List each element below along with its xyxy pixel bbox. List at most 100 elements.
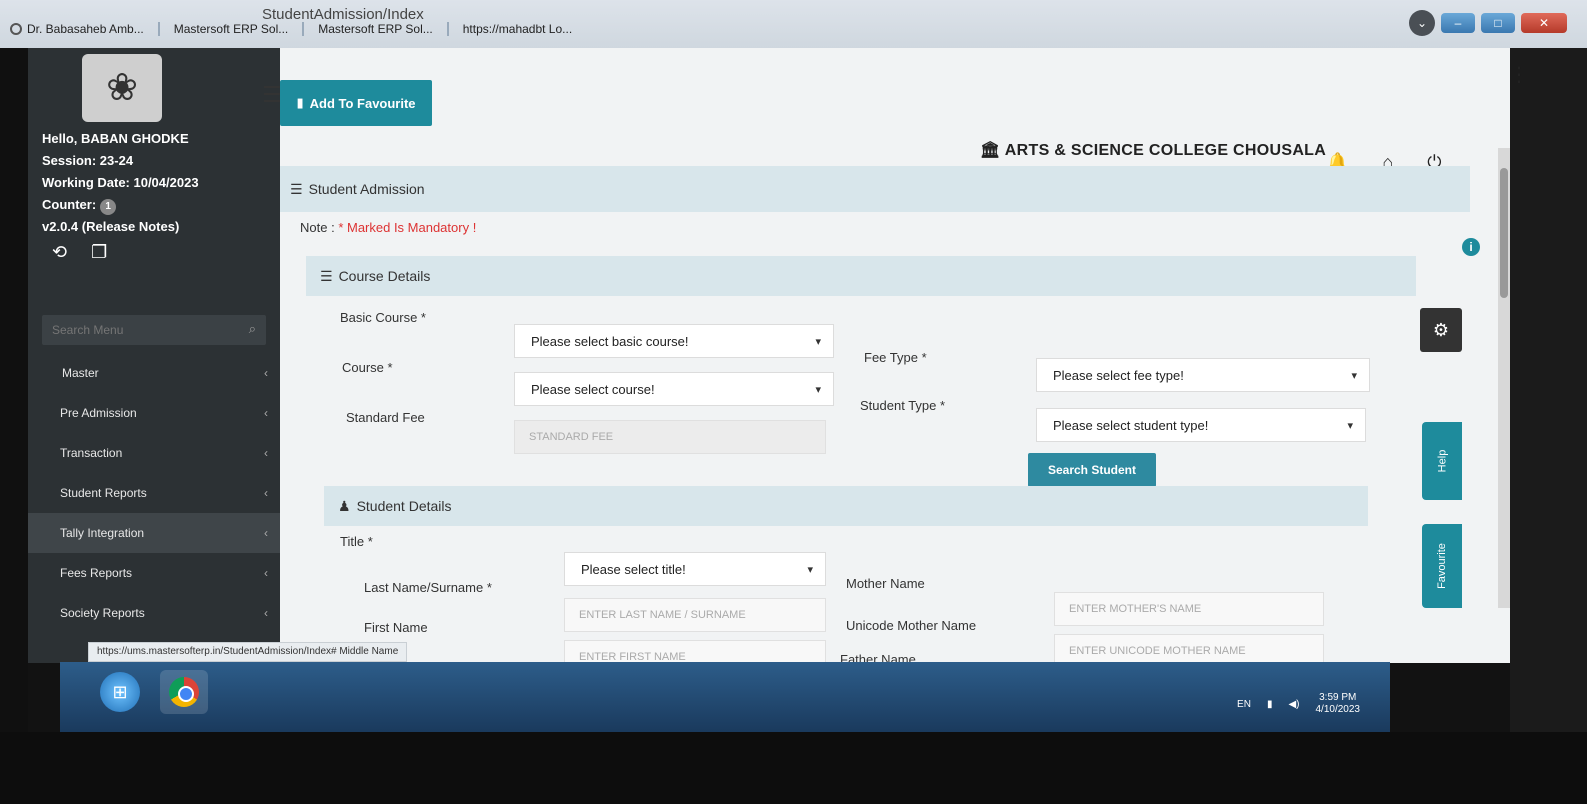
- scrollbar-thumb[interactable]: [1500, 168, 1508, 298]
- search-icon: ⌕: [248, 321, 256, 336]
- college-name: 🏛 ARTS & SCIENCE COLLEGE CHOUSALA: [980, 142, 1327, 159]
- address-bar-url[interactable]: StudentAdmission/Index: [262, 6, 424, 23]
- student-details-header: ♟ Student Details: [324, 486, 1368, 526]
- refresh-icon[interactable]: ⟲: [52, 242, 67, 263]
- main-content: ☰ ▮ Add To Favourite 🏛 ARTS & SCIENCE COL…: [262, 48, 1510, 674]
- close-button[interactable]: ✕: [1521, 13, 1567, 33]
- list-icon: ☰: [290, 180, 303, 197]
- favourite-tab[interactable]: Favourite: [1422, 524, 1462, 608]
- hamburger-menu-icon[interactable]: ☰: [262, 82, 282, 108]
- chevron-left-icon: ‹: [264, 446, 268, 460]
- chevron-down-icon: ▾: [1347, 419, 1353, 432]
- chevron-left-icon: ‹: [264, 526, 268, 540]
- counter-row: Counter: 1: [42, 194, 280, 216]
- chevron-down-icon: ▾: [815, 335, 821, 348]
- page-scrollbar[interactable]: [1498, 148, 1510, 608]
- gear-icon[interactable]: ⚙: [1420, 308, 1462, 352]
- sidebar-item-society-reports[interactable]: Society Reports ‹: [28, 593, 280, 633]
- volume-icon[interactable]: ◀): [1288, 699, 1299, 710]
- working-date: Working Date: 10/04/2023: [42, 175, 199, 190]
- monitor-bezel-bottom: [0, 732, 1587, 804]
- sidebar-item-fees-reports[interactable]: Fees Reports ‹: [28, 553, 280, 593]
- system-clock[interactable]: 3:59 PM 4/10/2023: [1316, 692, 1361, 716]
- sidebar: ❀ Hello, BABAN GHODKE Session: 23-24 Wor…: [28, 48, 280, 663]
- bookmark-item[interactable]: https://mahadbt Lo...: [463, 22, 572, 36]
- user-greeting: Hello, BABAN GHODKE: [42, 131, 189, 146]
- mandatory-note: Note : * Marked Is Mandatory !: [300, 220, 477, 235]
- menu-search: ⌕: [42, 315, 266, 345]
- add-to-favourite-button[interactable]: ▮ Add To Favourite: [280, 80, 432, 126]
- chrome-icon: [169, 677, 199, 707]
- monitor-bezel-right: [1510, 48, 1587, 748]
- bookmark-folder-icon: [157, 22, 160, 36]
- student-type-select[interactable]: Please select student type! ▾: [1036, 408, 1366, 442]
- mother-name-label: Mother Name: [846, 576, 925, 591]
- basic-course-select[interactable]: Please select basic course! ▾: [514, 324, 834, 358]
- user-info: Hello, BABAN GHODKE Session: 23-24 Worki…: [28, 122, 280, 238]
- bookmark-icon: ▮: [296, 95, 304, 110]
- kebab-menu-icon[interactable]: ⋮: [1509, 62, 1529, 87]
- student-type-label: Student Type *: [860, 398, 946, 413]
- sidebar-item-transaction[interactable]: Transaction ‹: [28, 433, 280, 473]
- unicode-mother-name-label: Unicode Mother Name: [846, 618, 977, 633]
- search-student-button[interactable]: Search Student: [1028, 453, 1156, 487]
- standard-fee-input[interactable]: STANDARD FEE: [514, 420, 826, 454]
- bookmark-folder-icon: [302, 22, 305, 36]
- page-title: Student Admission: [308, 181, 425, 197]
- chevron-left-icon: ‹: [264, 366, 268, 380]
- first-name-label: First Name: [364, 620, 428, 635]
- college-logo: ❀: [82, 54, 162, 122]
- chrome-taskbar-button[interactable]: [160, 670, 208, 714]
- windows-start-icon[interactable]: ⊞: [100, 672, 140, 712]
- bookmark-item[interactable]: Mastersoft ERP Sol...: [174, 22, 289, 36]
- chevron-left-icon: ‹: [264, 566, 268, 580]
- sidebar-item-tally-integration[interactable]: Tally Integration ‹: [28, 513, 280, 553]
- sidebar-item-student-reports[interactable]: Student Reports ‹: [28, 473, 280, 513]
- mother-name-input[interactable]: ENTER MOTHER'S NAME: [1054, 592, 1324, 626]
- page-title-bar: ☰ Student Admission: [280, 166, 1470, 212]
- user-icon: ♟: [338, 497, 351, 514]
- session-text: Session: 23-24: [42, 153, 134, 168]
- sidebar-action-icons: ⟲ ❐: [28, 238, 280, 263]
- last-name-label: Last Name/Surname *: [364, 580, 492, 595]
- course-select[interactable]: Please select course! ▾: [514, 372, 834, 406]
- minimize-button[interactable]: –: [1441, 13, 1475, 33]
- menu-search-input[interactable]: [42, 315, 266, 345]
- bookmark-folder-icon: [446, 22, 449, 36]
- fee-type-label: Fee Type *: [864, 350, 927, 365]
- chevron-down-icon: ▾: [815, 383, 821, 396]
- monitor-bezel-left: [0, 48, 28, 748]
- bookmarks-list: Dr. Babasaheb Amb... Mastersoft ERP Sol.…: [10, 22, 572, 36]
- standard-fee-label: Standard Fee: [346, 410, 425, 425]
- basic-course-label: Basic Course *: [340, 310, 426, 325]
- bookmark-item[interactable]: Dr. Babasaheb Amb...: [10, 22, 144, 36]
- counter-badge: 1: [100, 199, 117, 215]
- fee-type-select[interactable]: Please select fee type! ▾: [1036, 358, 1370, 392]
- system-tray: EN ▮ ◀) 3:59 PM 4/10/2023: [1237, 692, 1360, 716]
- chevron-down-icon[interactable]: ⌄: [1409, 10, 1435, 36]
- course-label: Course *: [342, 360, 393, 375]
- title-select[interactable]: Please select title! ▾: [564, 552, 826, 586]
- chevron-left-icon: ‹: [264, 486, 268, 500]
- network-icon[interactable]: ▮: [1267, 699, 1273, 710]
- copy-icon[interactable]: ❐: [91, 242, 107, 263]
- last-name-input[interactable]: ENTER LAST NAME / SURNAME: [564, 598, 826, 632]
- version-link[interactable]: v2.0.4 (Release Notes): [42, 216, 280, 238]
- bookmark-item[interactable]: Mastersoft ERP Sol...: [318, 22, 433, 36]
- info-icon[interactable]: i: [1462, 238, 1480, 256]
- browser-bookmarks-bar: StudentAdmission/Index Dr. Babasaheb Amb…: [0, 0, 1587, 48]
- sidebar-item-pre-admission[interactable]: Pre Admission ‹: [28, 393, 280, 433]
- title-label: Title *: [340, 534, 373, 549]
- chevron-down-icon: ▾: [807, 563, 813, 576]
- help-tab[interactable]: Help: [1422, 422, 1462, 500]
- institution-icon: 🏛: [980, 142, 1001, 159]
- maximize-button[interactable]: □: [1481, 13, 1515, 33]
- sidebar-item-master[interactable]: Master ‹: [28, 353, 280, 393]
- chevron-left-icon: ‹: [264, 606, 268, 620]
- chevron-down-icon: ▾: [1351, 369, 1357, 382]
- os-taskbar: ⊞ EN ▮ ◀) 3:59 PM 4/10/2023: [60, 662, 1390, 732]
- globe-icon: [10, 23, 22, 35]
- language-indicator[interactable]: EN: [1237, 699, 1251, 710]
- status-url-tooltip: https://ums.mastersofterp.in/StudentAdmi…: [88, 642, 408, 662]
- window-controls: ⌄ – □ ✕: [1409, 10, 1567, 36]
